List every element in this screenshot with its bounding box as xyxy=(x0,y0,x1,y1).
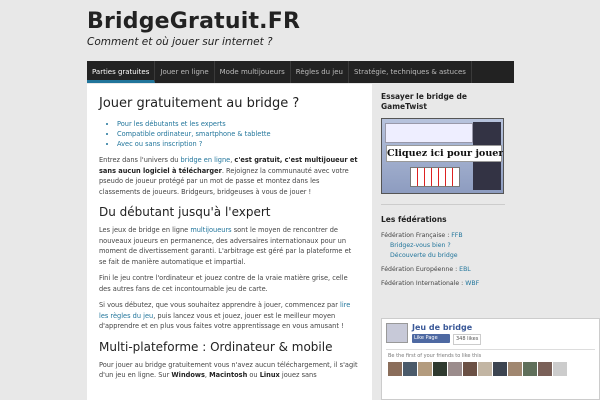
facebook-page-widget: Jeu de bridge Like Page 348 likes Be the… xyxy=(381,318,600,400)
main-content: Jouer gratuitement au bridge ? Pour les … xyxy=(87,84,372,400)
feature-link[interactable]: Avec ou sans inscription ? xyxy=(117,139,360,149)
likes-count: 348 likes xyxy=(453,334,482,345)
federation-intl: Fédération Internationale : WBF xyxy=(381,280,480,287)
nav-item-parties-gratuites[interactable]: Parties gratuites xyxy=(87,61,156,83)
federation-eu: Fédération Européenne : EBL xyxy=(381,266,471,273)
divider xyxy=(386,349,595,350)
avatar[interactable] xyxy=(418,362,432,376)
linux-link[interactable]: Linux xyxy=(260,371,280,379)
divider xyxy=(381,204,505,205)
federation-fr: Fédération Française : FFB xyxy=(381,232,463,239)
section-heading: Du débutant jusqu'à l'expert xyxy=(99,205,271,219)
avatar[interactable] xyxy=(388,362,402,376)
avatar[interactable] xyxy=(403,362,417,376)
avatar[interactable] xyxy=(433,362,447,376)
avatar[interactable] xyxy=(463,362,477,376)
ffb-link[interactable]: FFB xyxy=(451,232,462,239)
federations-title: Les fédérations xyxy=(381,215,447,224)
avatar[interactable] xyxy=(523,362,537,376)
decouverte-link[interactable]: Découverte du bridge xyxy=(390,252,458,259)
nav-item-regles-du-jeu[interactable]: Règles du jeu xyxy=(291,61,349,83)
paragraph: Pour jouer au bridge gratuitement vous n… xyxy=(99,360,358,380)
nav-item-mode-multijoueurs[interactable]: Mode multijoueurs xyxy=(215,61,291,83)
wbf-link[interactable]: WBF xyxy=(465,280,479,287)
avatar[interactable] xyxy=(448,362,462,376)
avatar[interactable] xyxy=(508,362,522,376)
feature-list: Pour les débutants et les experts Compat… xyxy=(117,119,360,149)
paragraph: Les jeux de bridge en ligne multijoueurs… xyxy=(99,226,352,266)
page-title: Jouer gratuitement au bridge ? xyxy=(99,96,300,111)
nav-item-strategie[interactable]: Stratégie, techniques & astuces xyxy=(349,61,472,83)
section-heading: Multi-plateforme : Ordinateur & mobile xyxy=(99,339,333,354)
page-logo[interactable] xyxy=(386,323,408,343)
paragraph: Fini le jeu contre l'ordinateur et jouez… xyxy=(99,274,348,293)
facebook-page-name[interactable]: Jeu de bridge xyxy=(412,323,472,332)
nav-item-jouer-en-ligne[interactable]: Jouer en ligne xyxy=(155,61,215,83)
feature-link[interactable]: Pour les débutants et les experts xyxy=(117,119,360,129)
main-nav: Parties gratuites Jouer en ligne Mode mu… xyxy=(87,61,514,83)
friends-text: Be the first of your friends to like thi… xyxy=(388,353,482,359)
fan-avatars xyxy=(388,362,568,376)
promo-widget-title: Essayer le bridge de GameTwist xyxy=(381,92,467,111)
avatar[interactable] xyxy=(493,362,507,376)
site-header: BridgeGratuit.FR Comment et où jouer sur… xyxy=(0,0,600,60)
bridgez-vous-link[interactable]: Bridgez-vous bien ? xyxy=(390,242,451,249)
avatar[interactable] xyxy=(553,362,567,376)
gametwist-promo-banner[interactable]: Cliquez ici pour jouer xyxy=(381,118,504,194)
game-board xyxy=(385,123,473,143)
play-cta[interactable]: Cliquez ici pour jouer xyxy=(386,145,503,162)
site-tagline: Comment et où jouer sur internet ? xyxy=(87,36,273,48)
intro-paragraph: Entrez dans l'univers du bridge en ligne… xyxy=(99,156,358,196)
windows-link[interactable]: Windows xyxy=(171,371,205,379)
cards-icon xyxy=(410,167,460,187)
like-page-button[interactable]: Like Page xyxy=(412,334,450,343)
site-title[interactable]: BridgeGratuit.FR xyxy=(87,9,300,34)
bridge-en-ligne-link[interactable]: bridge en ligne xyxy=(181,156,231,164)
macintosh-link[interactable]: Macintosh xyxy=(209,371,247,379)
avatar[interactable] xyxy=(478,362,492,376)
ebl-link[interactable]: EBL xyxy=(459,266,471,273)
avatar[interactable] xyxy=(538,362,552,376)
feature-link[interactable]: Compatible ordinateur, smartphone & tabl… xyxy=(117,129,360,139)
paragraph: Si vous débutez, que vous souhaitez appr… xyxy=(99,301,351,330)
multijoueurs-link[interactable]: multijoueurs xyxy=(190,226,231,234)
